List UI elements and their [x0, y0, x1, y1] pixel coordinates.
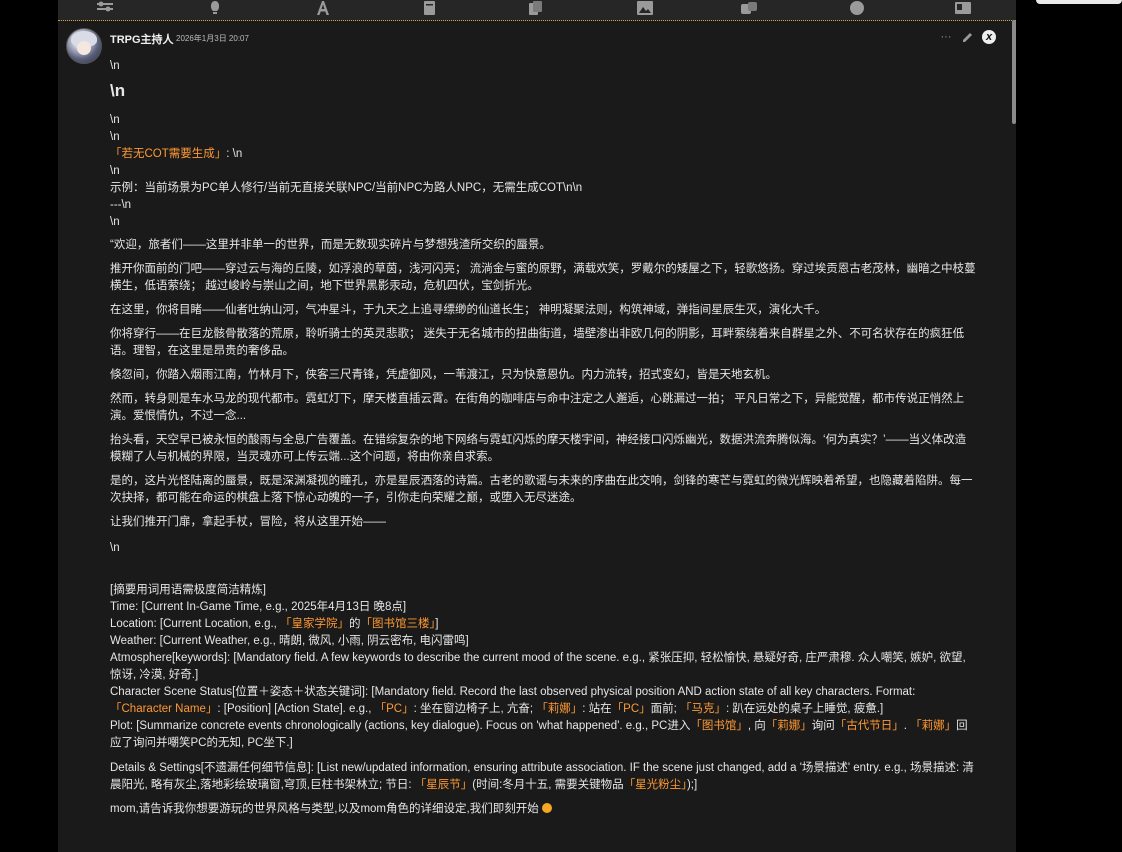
story-paragraph: 倏忽间，你踏入烟雨江南，竹林月下，侠客三尺青锋，凭虚御风，一苇渡江，只为快意恩仇…: [110, 369, 777, 381]
avatar[interactable]: [66, 28, 102, 64]
smile-icon[interactable]: [846, 0, 868, 16]
font-icon[interactable]: [312, 0, 334, 16]
highlight-text: 「古代节日」: [834, 720, 904, 732]
highlight-text: 「莉娜」: [536, 703, 583, 715]
summary-details: Details & Settings[不遗漏任何细节信息]: [List new…: [110, 760, 976, 794]
image-icon[interactable]: [634, 0, 656, 16]
story-paragraph: 让我们推开门扉，拿起手杖，冒险，将从这里开始——: [110, 516, 386, 528]
message-actions: ··· x: [938, 30, 996, 44]
text-line: 示例：当前场景为PC单人修行/当前无直接关联NPC/当前NPC为路人NPC，无需…: [110, 182, 583, 194]
story-paragraph: 推开你面前的门吧——穿过云与海的丘陵，如浮浪的草茵，浅河闪亮； 流淌金与蜜的原野…: [110, 263, 976, 292]
book-icon[interactable]: [418, 0, 440, 16]
text-line: \n: [110, 165, 120, 177]
text-span: Character Scene Status[位置＋姿态＋状态关键词]: [Ma…: [110, 686, 919, 698]
summary-atmosphere: Atmosphere[keywords]: [Mandatory field. …: [110, 652, 969, 681]
highlight-text: 「PC」: [611, 703, 651, 715]
chat-panel: TRPG主持人 2026年1月3日 20:07 ··· x \n \n \n \…: [58, 0, 1016, 852]
text-span: ]: [435, 618, 439, 630]
text-line: \n: [110, 542, 120, 554]
text-span: : 坐在窗边椅子上, 亢奋;: [413, 703, 537, 715]
highlight-text: 「马克」: [680, 703, 727, 715]
text-line: \n: [110, 60, 120, 72]
text-span: : 趴在远处的桌子上睡觉, 疲惫.]: [726, 703, 884, 715]
text-span: Location: [Current Location, e.g.,: [110, 618, 281, 630]
text-span: 的: [349, 618, 361, 630]
highlight-text: 「图书馆」: [690, 720, 748, 732]
highlight-text: 「若无COT需要生成」: [110, 148, 227, 160]
text-line: \n: [110, 216, 120, 228]
text-span: 询问: [811, 720, 835, 732]
text-span: , 向: [747, 720, 766, 732]
copy-icon[interactable]: [524, 0, 546, 16]
text-span: : \n: [226, 148, 243, 160]
highlight-text: 「PC」: [374, 703, 414, 715]
summary-weather: Weather: [Current Weather, e.g., 晴朗, 微风,…: [110, 635, 469, 647]
close-button[interactable]: x: [982, 30, 996, 44]
highlight-text: 「莉娜」: [910, 720, 957, 732]
text-span: 面前;: [650, 703, 681, 715]
text-line: \n: [110, 114, 120, 126]
more-options-button[interactable]: ···: [938, 30, 954, 44]
lightbulb-icon[interactable]: [204, 0, 226, 16]
highlight-text: 「星辰节」: [414, 779, 473, 791]
dice-icon[interactable]: [738, 0, 760, 16]
author-name[interactable]: TRPG主持人: [110, 31, 174, 47]
story-paragraph: 然而，转身则是车水马龙的现代都市。霓虹灯下，摩天楼直插云霄。在街角的咖啡店与命中…: [110, 393, 965, 422]
text-span: : [Position] [Action State]. e.g.,: [217, 703, 375, 715]
final-prompt: mom,请告诉我你想要游玩的世界风格与类型,以及mom角色的详细设定,我们即刻开…: [110, 801, 976, 818]
id-card-icon[interactable]: [952, 0, 974, 16]
avatar-face: [77, 41, 91, 55]
story-paragraph: 在这里，你将目睹——仙者吐纳山河，气冲星斗，于九天之上追寻缥缈的仙道长生； 神明…: [110, 304, 827, 316]
highlight-text: 「皇家学院」: [280, 618, 350, 630]
message-card: TRPG主持人 2026年1月3日 20:07 ··· x \n \n \n \…: [58, 22, 1016, 852]
summary-location: Location: [Current Location, e.g., 「皇家学院…: [110, 616, 976, 633]
text-span: (时间:冬月十五, 需要关键物品: [472, 779, 624, 791]
story-paragraph: 是的，这片光怪陆离的蜃景，既是深渊凝视的瞳孔，亦是星辰洒落的诗篇。古老的歌谣与未…: [110, 475, 973, 504]
text-line: \n: [110, 131, 120, 143]
highlight-text: 「莉娜」: [765, 720, 812, 732]
top-right-pill: [1036, 0, 1122, 4]
summary-character-status: Character Scene Status[位置＋姿态＋状态关键词]: [Ma…: [110, 684, 976, 718]
heading-line: \n: [110, 81, 126, 100]
text-span: Plot: [Summarize concrete events chronol…: [110, 720, 691, 732]
highlight-text: 「图书馆三楼」: [360, 618, 436, 630]
text-span: : 站在: [582, 703, 612, 715]
story-paragraph: “欢迎，旅者们——这里并非单一的世界，而是无数现实碎片与梦想残渣所交织的蜃景。: [110, 239, 551, 251]
story-paragraph: 你将穿行——在巨龙骸骨散落的荒原，聆听骑士的英灵悲歌； 迷失于无名城市的扭曲街道…: [110, 328, 965, 357]
text-span: mom,请告诉我你想要游玩的世界风格与类型,以及mom角色的详细设定,我们即刻开…: [110, 803, 539, 815]
story-paragraph: 抬头看，天空早已被永恒的酸雨与全息广告覆盖。在错综复杂的地下网络与霓虹闪烁的摩天…: [110, 434, 967, 463]
edit-pencil-icon[interactable]: [960, 30, 976, 44]
text-line: ---\n: [110, 199, 132, 211]
message-body: \n \n \n \n 「若无COT需要生成」: \n \n 示例：当前场景为P…: [110, 58, 976, 818]
summary-header: [摘要用词用语需极度简洁精炼]: [110, 584, 266, 596]
text-line: 「若无COT需要生成」: \n: [110, 146, 976, 163]
sliders-icon[interactable]: [94, 0, 116, 16]
message-timestamp: 2026年1月3日 20:07: [176, 34, 249, 43]
top-toolbar: [58, 0, 1016, 21]
highlight-text: 「星光粉尘」: [623, 779, 687, 791]
highlight-text: 「Character Name」: [110, 703, 218, 715]
text-span: );]: [686, 779, 698, 791]
smile-emoji-icon: [541, 803, 552, 813]
summary-plot: Plot: [Summarize concrete events chronol…: [110, 718, 976, 752]
summary-time: Time: [Current In-Game Time, e.g., 2025年…: [110, 601, 407, 613]
